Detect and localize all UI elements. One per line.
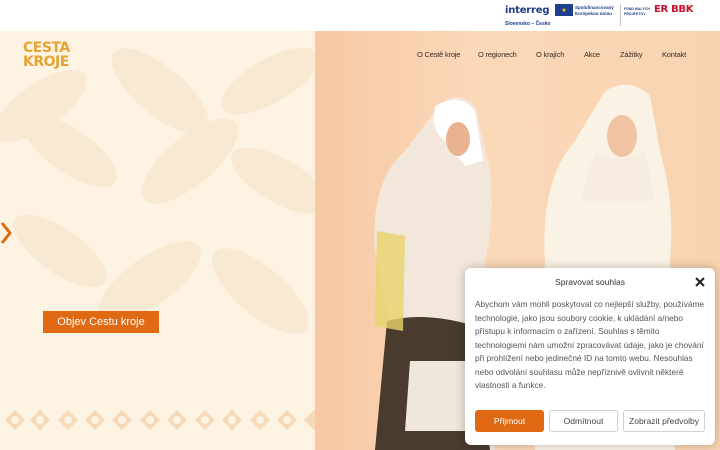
nav-item-experiences[interactable]: Zážitky [620,50,643,59]
erbbk-logo: ER BBK [654,4,694,15]
eu-cofunded-text: Spolufinancovaný Európskou úniou [575,5,614,16]
ornament-pattern [5,410,315,430]
hero-left-panel: CESTA KROJE Objev Cestu kroje [0,31,315,450]
interreg-wordmark: interreg [505,5,550,16]
nav-item-events[interactable]: Akce [584,50,600,59]
logo-line-2: KROJE [23,54,69,70]
cesta-kroje-logo[interactable]: CESTA KROJE [23,41,73,69]
cookie-consent-dialog: Spravovat souhlas Abychom vám mohli posk… [465,268,715,445]
chevron-left-icon[interactable] [0,222,12,244]
explore-cta-button[interactable]: Objev Cestu kroje [43,311,159,333]
preferences-button[interactable]: Zobrazit předvolby [623,410,705,432]
small-projects-fund-text: FOND MALÝCH PROJEKTOV [624,7,650,16]
nav-item-about-route[interactable]: O Cestě kroje [417,50,460,59]
nav-item-regions[interactable]: O regionech [478,50,517,59]
funding-bar: interreg Slovensko – Česko ★ Spolufinanc… [0,0,720,31]
accept-button[interactable]: Přijmout [475,410,544,432]
funding-divider [620,4,621,26]
eu-flag-icon: ★ [555,4,573,16]
interreg-region: Slovensko – Česko [505,21,551,27]
folk-ornament-band [0,405,315,435]
interreg-logo: interreg Slovensko – Česko [505,5,551,27]
logo-line-1: CESTA [23,40,70,56]
close-icon[interactable] [694,276,706,288]
consent-title: Spravovat souhlas [555,277,625,287]
consent-body-text: Abychom vám mohli poskytovat co nejlepší… [475,299,705,390]
nav-item-contact[interactable]: Kontakt [662,50,686,59]
nav-item-counties[interactable]: O krajích [536,50,564,59]
deny-button[interactable]: Odmítnout [549,410,618,432]
background-petal-pattern [0,47,315,334]
